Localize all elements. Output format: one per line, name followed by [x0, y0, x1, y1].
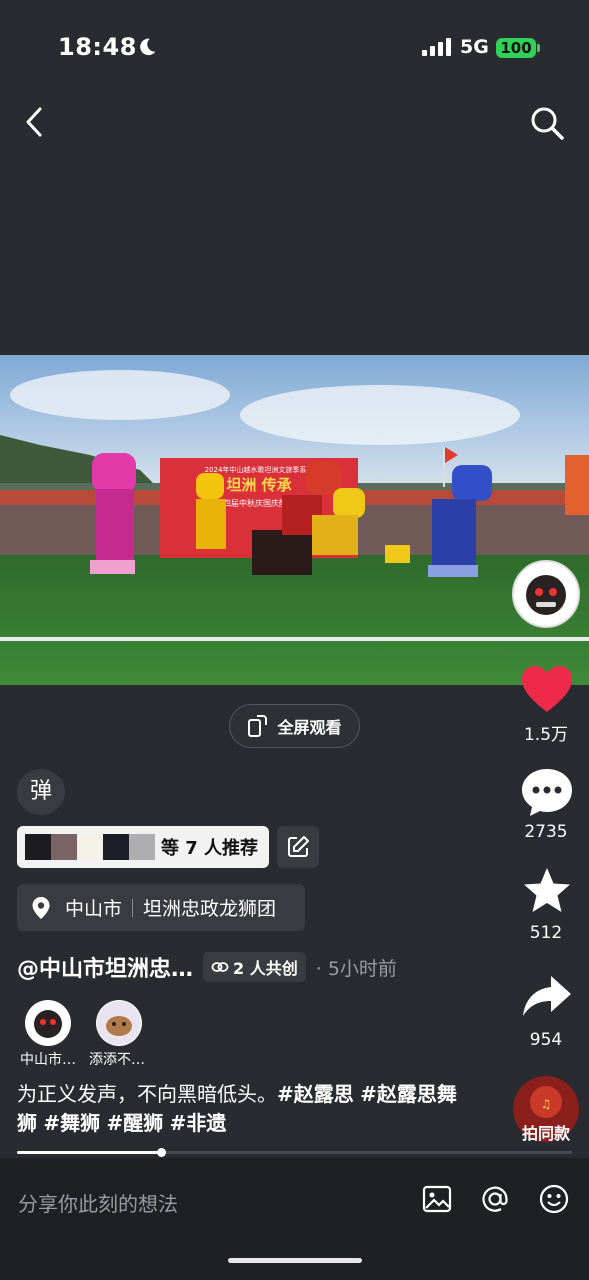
danmaku-toggle[interactable]: 弹 — [17, 769, 65, 815]
cocreator-avatar — [96, 1000, 142, 1046]
hashtag[interactable]: #非遗 — [170, 1111, 227, 1135]
hashtag[interactable]: #醒狮 — [106, 1111, 163, 1135]
lion-logo-icon — [516, 564, 576, 624]
like-count: 1.5万 — [523, 725, 569, 745]
location-pill[interactable]: 中山市 坦洲忠政龙狮团 — [17, 884, 305, 931]
blurred-avatar — [77, 834, 103, 860]
cocreator-name: 中山市… — [20, 1052, 76, 1068]
location-divider — [132, 898, 134, 917]
progress-handle[interactable] — [157, 1148, 166, 1157]
battery-tip — [537, 44, 540, 52]
hashtag[interactable]: #舞狮 — [43, 1111, 100, 1135]
cocreate-badge[interactable]: 2 人共创 — [203, 952, 306, 982]
comment-count: 2735 — [524, 822, 568, 842]
recommend-text: 等 7 人推荐 — [161, 838, 259, 859]
home-indicator[interactable] — [228, 1258, 362, 1263]
moon-icon — [140, 38, 156, 56]
network-type: 5G — [460, 36, 489, 58]
favorite-count: 512 — [529, 923, 563, 943]
star-icon[interactable] — [519, 866, 575, 918]
emoji-icon[interactable] — [538, 1183, 570, 1215]
comment-icon[interactable] — [519, 766, 575, 818]
banner-title: 2024年中山越水歌坦洲文旅季系列 — [205, 465, 314, 474]
back-icon[interactable] — [20, 106, 50, 138]
description-text: 为正义发声，不向黑暗低头。 — [17, 1082, 277, 1106]
progress-fill — [17, 1151, 161, 1154]
same-style-label: 拍同款 — [521, 1124, 570, 1143]
cocreate-label: 2 人共创 — [233, 959, 298, 978]
banner-main: 坦洲 传承 — [226, 476, 291, 494]
lion-logo-icon — [26, 1001, 70, 1045]
author-line: @中山市坦洲忠… 2 人共创 · 5小时前 — [17, 951, 457, 983]
heart-icon[interactable] — [519, 664, 575, 716]
hashtag[interactable]: #赵露思 — [277, 1082, 354, 1106]
share-count: 954 — [529, 1030, 563, 1050]
comment-input[interactable]: 分享你此刻的想法 — [18, 1188, 178, 1217]
fullscreen-button[interactable]: 全屏观看 — [229, 704, 360, 748]
blurred-avatar — [25, 834, 51, 860]
status-time: 18:48 — [58, 33, 137, 61]
blurred-avatar — [129, 834, 155, 860]
rotate-screen-icon — [248, 715, 268, 737]
dog-avatar-icon — [97, 1001, 141, 1045]
cocreator-avatar — [25, 1000, 71, 1046]
share-icon[interactable] — [519, 972, 575, 1024]
post-time: · 5小时前 — [315, 957, 397, 980]
edit-icon — [288, 836, 309, 857]
video-description: 为正义发声，不向黑暗低头。#赵露思 #赵露思舞狮 #舞狮 #醒狮 #非遗 — [17, 1080, 467, 1138]
lion-pink — [90, 453, 136, 574]
battery-level: 100 — [496, 38, 536, 58]
link-icon — [211, 962, 229, 972]
creator-avatar[interactable] — [512, 560, 580, 628]
cocreator-name: 添添不… — [89, 1052, 145, 1068]
edit-button[interactable] — [277, 826, 319, 868]
search-icon[interactable] — [528, 104, 566, 142]
video-player[interactable]: 2024年中山越水歌坦洲文旅季系列 坦洲 传承 第四届中秋庆国庆醒狮汇 — [0, 355, 589, 685]
location-place: 坦洲忠政龙狮团 — [143, 898, 277, 920]
mention-icon[interactable] — [479, 1183, 511, 1215]
recommend-pill[interactable]: 等 7 人推荐 — [17, 826, 269, 868]
blurred-avatar — [51, 834, 77, 860]
fullscreen-label: 全屏观看 — [277, 718, 342, 737]
blurred-avatar — [103, 834, 129, 860]
video-frame: 2024年中山越水歌坦洲文旅季系列 坦洲 传承 第四届中秋庆国庆醒狮汇 — [0, 355, 589, 685]
location-pin-icon — [32, 896, 50, 919]
svg-text:♫: ♫ — [541, 1097, 552, 1111]
author-name[interactable]: @中山市坦洲忠… — [17, 951, 193, 983]
image-icon[interactable] — [421, 1183, 453, 1215]
lion-yellow-1 — [196, 473, 226, 549]
signal-icon — [422, 38, 451, 56]
location-city: 中山市 — [65, 898, 123, 920]
